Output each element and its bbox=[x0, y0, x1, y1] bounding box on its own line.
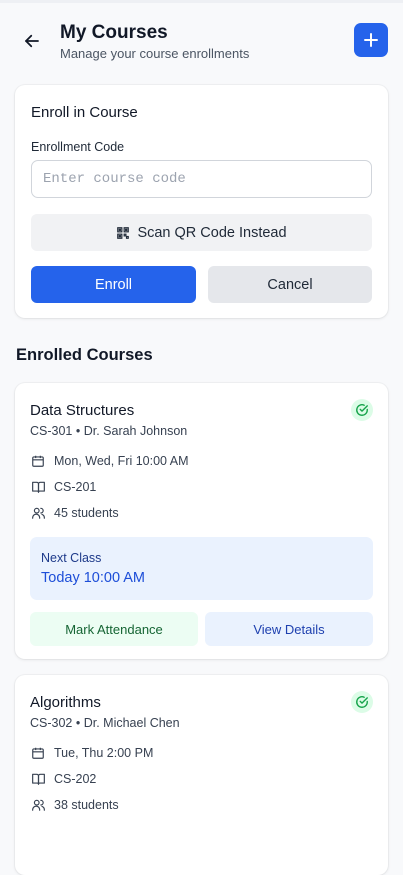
back-button[interactable] bbox=[20, 29, 44, 53]
schedule-row: Tue, Thu 2:00 PM bbox=[30, 745, 153, 761]
next-class-label: Next Class bbox=[41, 551, 102, 565]
students-row: 45 students bbox=[30, 505, 119, 521]
course-meta: CS-302 • Dr. Michael Chen bbox=[30, 716, 180, 730]
next-class-panel: Next Class Today 10:00 AM bbox=[30, 537, 373, 600]
enrollment-code-label: Enrollment Code bbox=[31, 140, 125, 154]
enrollment-code-input[interactable] bbox=[31, 160, 372, 198]
users-icon bbox=[30, 505, 46, 521]
room-row: CS-201 bbox=[30, 479, 96, 495]
plus-icon bbox=[364, 33, 378, 47]
book-open-icon bbox=[30, 479, 46, 495]
cancel-button[interactable]: Cancel bbox=[208, 266, 372, 303]
students-text: 45 students bbox=[54, 506, 119, 520]
page-subtitle: Manage your course enrollments bbox=[60, 46, 250, 61]
book-open-icon bbox=[30, 771, 46, 787]
arrow-left-icon bbox=[25, 34, 39, 48]
qr-code-icon bbox=[117, 226, 130, 239]
calendar-icon bbox=[30, 453, 46, 469]
check-circle-icon bbox=[356, 404, 368, 416]
schedule-text: Tue, Thu 2:00 PM bbox=[54, 746, 154, 760]
schedule-text: Mon, Wed, Fri 10:00 AM bbox=[54, 454, 189, 468]
course-meta: CS-301 • Dr. Sarah Johnson bbox=[30, 424, 188, 438]
course-card[interactable]: Algorithms CS-302 • Dr. Michael Chen Tue… bbox=[15, 675, 388, 875]
calendar-icon bbox=[30, 745, 46, 761]
view-details-button[interactable]: View Details bbox=[205, 612, 373, 646]
enroll-card: Enroll in Course Enrollment Code Scan QR… bbox=[15, 85, 388, 318]
enrolled-courses-heading: Enrolled Courses bbox=[16, 346, 153, 364]
scan-qr-button[interactable]: Scan QR Code Instead bbox=[31, 214, 372, 251]
course-name: Data Structures bbox=[30, 402, 135, 419]
room-text: CS-202 bbox=[54, 772, 97, 786]
enrolled-badge bbox=[351, 691, 373, 713]
next-class-time: Today 10:00 AM bbox=[41, 570, 145, 586]
scan-qr-label: Scan QR Code Instead bbox=[137, 224, 287, 241]
page-title: My Courses bbox=[60, 22, 168, 43]
room-text: CS-201 bbox=[54, 480, 97, 494]
students-row: 38 students bbox=[30, 797, 119, 813]
users-icon bbox=[30, 797, 46, 813]
mark-attendance-button[interactable]: Mark Attendance bbox=[30, 612, 198, 646]
page-header: My Courses Manage your course enrollment… bbox=[0, 3, 403, 73]
schedule-row: Mon, Wed, Fri 10:00 AM bbox=[30, 453, 189, 469]
enroll-card-title: Enroll in Course bbox=[31, 104, 138, 121]
add-course-button[interactable] bbox=[354, 23, 388, 57]
enrolled-badge bbox=[351, 399, 373, 421]
course-name: Algorithms bbox=[30, 694, 101, 711]
room-row: CS-202 bbox=[30, 771, 96, 787]
course-card[interactable]: Data Structures CS-301 • Dr. Sarah Johns… bbox=[15, 383, 388, 659]
students-text: 38 students bbox=[54, 798, 119, 812]
check-circle-icon bbox=[356, 696, 368, 708]
enroll-button[interactable]: Enroll bbox=[31, 266, 196, 303]
